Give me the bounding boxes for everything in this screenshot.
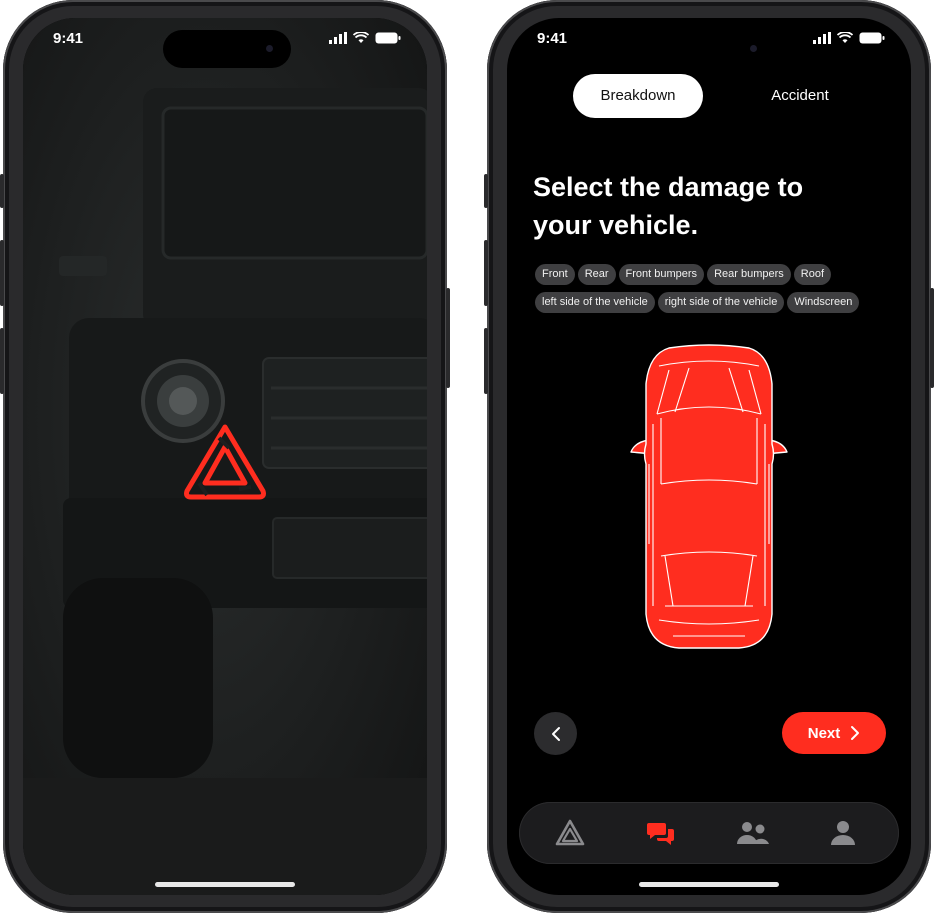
back-button[interactable]: [534, 712, 577, 755]
action-button: [0, 174, 4, 208]
title-line-2: your vehicle.: [533, 210, 699, 240]
action-button: [484, 174, 488, 208]
segmented-tabs: Breakdown Accident: [507, 74, 911, 118]
warning-triangle-icon[interactable]: [555, 818, 585, 848]
volume-down-button: [484, 328, 488, 394]
next-label: Next: [807, 724, 841, 742]
warning-triangle-icon: [181, 421, 269, 501]
chip-right-side[interactable]: right side of the vehicle: [657, 292, 785, 313]
volume-up-button: [0, 240, 4, 306]
chip-left-side[interactable]: left side of the vehicle: [535, 292, 655, 313]
damage-chip-list: Front Rear Front bumpers Rear bumpers Roof l…: [535, 264, 885, 320]
tab-accident[interactable]: Accident: [735, 74, 865, 118]
phone-frame-left: 9:41: [0, 0, 450, 913]
power-button: [446, 288, 450, 388]
chip-front-bumpers[interactable]: Front bumpers: [618, 264, 705, 285]
volume-down-button: [0, 328, 4, 394]
battery-icon: [375, 32, 401, 44]
chip-front[interactable]: Front: [535, 264, 575, 285]
dynamic-island: [163, 30, 291, 68]
page-title: Select the damage to your vehicle.: [533, 168, 873, 244]
dynamic-island: [647, 30, 775, 68]
chip-rear-bumpers[interactable]: Rear bumpers: [707, 264, 791, 285]
volume-up-button: [484, 240, 488, 306]
splash-screen: 9:41: [23, 18, 427, 895]
car-top-view-diagram[interactable]: [629, 344, 789, 650]
wifi-icon: [353, 32, 369, 43]
wifi-icon: [837, 32, 853, 43]
tab-breakdown[interactable]: Breakdown: [573, 74, 703, 118]
group-icon[interactable]: [736, 818, 769, 848]
status-time: 9:41: [537, 30, 568, 47]
signal-icon: [329, 32, 347, 44]
status-icons: [813, 32, 885, 44]
chevron-left-icon: [551, 726, 560, 741]
phone-frame-right: 9:41 Breakdown Accident Select the damag…: [484, 0, 934, 913]
chip-roof[interactable]: Roof: [793, 264, 832, 285]
power-button: [930, 288, 934, 388]
status-time: 9:41: [53, 30, 84, 47]
chip-windscreen[interactable]: Windscreen: [787, 292, 860, 313]
home-indicator: [155, 882, 295, 887]
chat-bubbles-icon[interactable]: [646, 818, 676, 848]
damage-selection-screen: 9:41 Breakdown Accident Select the damag…: [507, 18, 911, 895]
chevron-right-icon: [851, 726, 860, 740]
next-button[interactable]: Next: [782, 712, 886, 754]
bottom-tab-bar: [519, 802, 899, 864]
home-indicator: [639, 882, 779, 887]
profile-icon[interactable]: [828, 818, 858, 848]
signal-icon: [813, 32, 831, 44]
title-line-1: Select the damage to: [533, 172, 804, 202]
chip-rear[interactable]: Rear: [577, 264, 616, 285]
battery-icon: [859, 32, 885, 44]
status-icons: [329, 32, 401, 44]
